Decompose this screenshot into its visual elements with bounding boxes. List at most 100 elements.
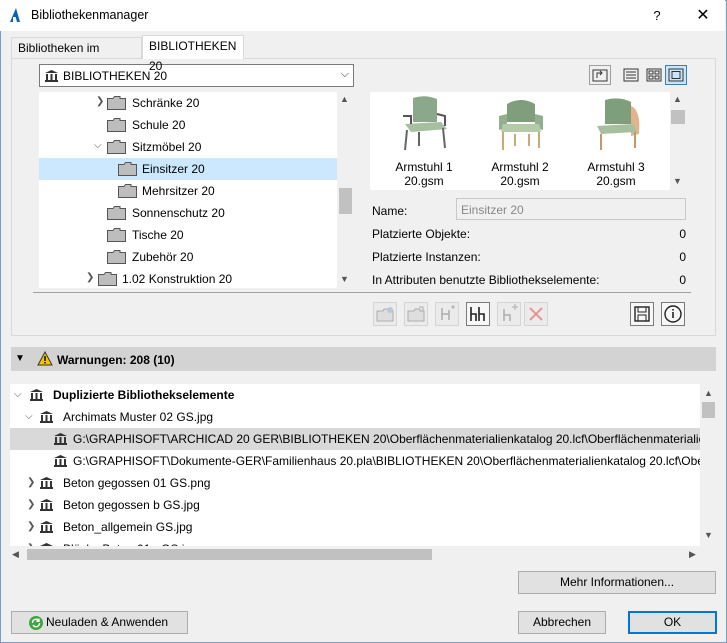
tree-item-einsitzer[interactable]: Einsitzer 20 [39, 158, 337, 180]
placed-objects-value: 0 [679, 227, 686, 241]
scroll-up-icon[interactable]: ▲ [704, 388, 713, 398]
list-item[interactable]: ⌵ Archimats Muster 02 GS.jpg [10, 406, 700, 428]
tree-item-tische[interactable]: Tische 20 [39, 224, 337, 246]
folder-up-button[interactable] [589, 65, 611, 85]
chevron-right-icon[interactable]: ❯ [27, 521, 35, 532]
warnings-list[interactable]: ⌵ Duplizierte Bibliothekselemente ⌵ Arch… [10, 384, 717, 562]
scroll-down-icon[interactable]: ▼ [704, 530, 713, 540]
scroll-down-icon[interactable]: ▼ [673, 176, 682, 186]
scroll-up-icon[interactable]: ▲ [340, 94, 349, 104]
chair-pair-icon [470, 307, 485, 321]
list-item-text: G:\GRAPHISOFT\Dokumente-GER\Familienhaus… [73, 454, 700, 468]
tab-libraries-in-project[interactable]: Bibliotheken im Projekt [11, 37, 142, 75]
chevron-down-icon[interactable]: ⌵ [25, 411, 33, 422]
list-item-text: G:\GRAPHISOFT\ARCHICAD 20 GER\BIBLIOTHEK… [73, 432, 700, 446]
list-item[interactable]: ❯ Beton_allgemein GS.jpg [10, 516, 700, 538]
folder-icon [107, 228, 126, 242]
list-item[interactable]: ❯ Beton gegossen b GS.jpg [10, 494, 700, 516]
scroll-right-icon[interactable]: ▶ [689, 549, 696, 560]
list-item[interactable]: G:\GRAPHISOFT\ARCHICAD 20 GER\BIBLIOTHEK… [10, 428, 700, 450]
armchair-icon [597, 98, 640, 150]
tree-item-zubehoer[interactable]: Zubehör 20 [39, 246, 337, 268]
archicad-logo-icon [10, 8, 20, 22]
preview-caption: Armstuhl 2 20.gsm [491, 160, 549, 188]
preview-item[interactable]: Armstuhl 1 20.gsm [375, 92, 473, 190]
tree-item-schraenke[interactable]: ❯ Schränke 20 [39, 92, 337, 114]
preview-caption: Armstuhl 1 20.gsm [395, 160, 453, 188]
preview-view-button[interactable] [665, 65, 687, 85]
ok-button[interactable]: OK [628, 611, 717, 634]
preview-scroll-thumb[interactable] [671, 110, 685, 124]
chair-add-icon [441, 305, 455, 320]
add-object-button[interactable] [497, 302, 521, 326]
list-view-button[interactable] [620, 65, 642, 85]
warning-icon [37, 351, 53, 366]
placed-instances-label: Platzierte Instanzen: [372, 250, 481, 264]
tab-bibliotheken-20[interactable]: BIBLIOTHEKEN 20 [142, 35, 244, 73]
tree-item-konstruktion[interactable]: ❯ 1.02 Konstruktion 20 [39, 268, 337, 288]
tree-item-schule[interactable]: Schule 20 [39, 114, 337, 136]
scroll-up-icon[interactable]: ▲ [673, 94, 682, 104]
placed-instances-value: 0 [679, 250, 686, 264]
library-select[interactable]: BIBLIOTHEKEN 20 ⌵ [39, 64, 354, 87]
folder-icon [118, 184, 137, 198]
warnings-vscroll-thumb[interactable] [702, 402, 715, 418]
library-object-button[interactable] [466, 302, 490, 326]
close-button[interactable]: ✕ [686, 4, 720, 28]
library-icon [54, 433, 67, 445]
warnings-hscroll-thumb[interactable] [27, 549, 432, 560]
attr-elements-label: In Attributen benutzte Bibliothekselemen… [372, 273, 600, 287]
library-icon [30, 389, 43, 401]
folder-icon [107, 206, 126, 220]
more-info-button[interactable]: Mehr Informationen... [518, 571, 716, 594]
preview-item[interactable]: Armstuhl 3 20.gsm [567, 92, 665, 190]
chevron-right-icon[interactable]: ❯ [27, 477, 35, 488]
chevron-right-icon[interactable]: ❯ [96, 96, 106, 107]
info-icon [664, 305, 682, 323]
chevron-down-icon[interactable]: ⌵ [14, 389, 22, 400]
chair-plus-icon [503, 304, 518, 321]
placed-objects-label: Platzierte Objekte: [372, 227, 471, 241]
new-folder-button[interactable] [373, 302, 397, 326]
scroll-down-icon[interactable]: ▼ [340, 274, 349, 284]
window-title: Bibliothekenmanager [31, 8, 149, 22]
chevron-right-icon[interactable]: ❯ [27, 499, 35, 510]
list-item-text: Beton gegossen 01 GS.png [63, 476, 211, 490]
tree-scroll-thumb[interactable] [339, 188, 352, 214]
divider [33, 292, 691, 293]
preview-item[interactable]: Armstuhl 2 20.gsm [471, 92, 569, 190]
new-object-button[interactable] [435, 302, 459, 326]
preview-area[interactable]: Armstuhl 1 20.gsm Armstuhl 2 20.gsm Arms… [370, 92, 670, 190]
attr-elements-value: 0 [679, 273, 686, 287]
grid-view-button[interactable] [643, 65, 665, 85]
help-button[interactable]: ? [640, 4, 674, 28]
move-folder-button[interactable] [404, 302, 428, 326]
cancel-button[interactable]: Abbrechen [518, 611, 606, 634]
chevron-right-icon[interactable]: ❯ [86, 272, 96, 283]
folder-icon [107, 96, 126, 110]
collapse-triangle-icon[interactable]: ▼ [15, 353, 25, 364]
list-item[interactable]: G:\GRAPHISOFT\Dokumente-GER\Familienhaus… [10, 450, 700, 472]
tree-item-mehrsitzer[interactable]: Mehrsitzer 20 [39, 180, 337, 202]
new-folder-icon [376, 307, 394, 322]
delete-x-icon [529, 307, 543, 321]
folder-icon [107, 250, 126, 264]
library-icon [54, 455, 67, 467]
move-folder-icon [407, 306, 425, 322]
library-icon [40, 477, 53, 489]
info-button[interactable] [661, 302, 685, 326]
list-item[interactable]: ⌵ Duplizierte Bibliothekselemente [10, 384, 700, 406]
delete-button[interactable] [524, 302, 548, 326]
folder-tree[interactable]: ❯ Schränke 20 Schule 20 ⌵ Sitzmöbel 20 E… [39, 92, 354, 288]
save-button[interactable] [630, 302, 654, 326]
list-item[interactable]: ❯ Beton gegossen 01 GS.png [10, 472, 700, 494]
tree-item-label: Tische 20 [132, 228, 184, 242]
scroll-left-icon[interactable]: ◀ [12, 549, 19, 560]
tree-item-sonnenschutz[interactable]: Sonnenschutz 20 [39, 202, 337, 224]
tree-item-sitzmoebel[interactable]: ⌵ Sitzmöbel 20 [39, 136, 337, 158]
chevron-down-icon[interactable]: ⌵ [94, 140, 104, 151]
preview-view-icon [668, 68, 684, 82]
grid-view-icon [646, 68, 662, 82]
library-icon [45, 70, 58, 82]
save-icon [634, 306, 650, 322]
